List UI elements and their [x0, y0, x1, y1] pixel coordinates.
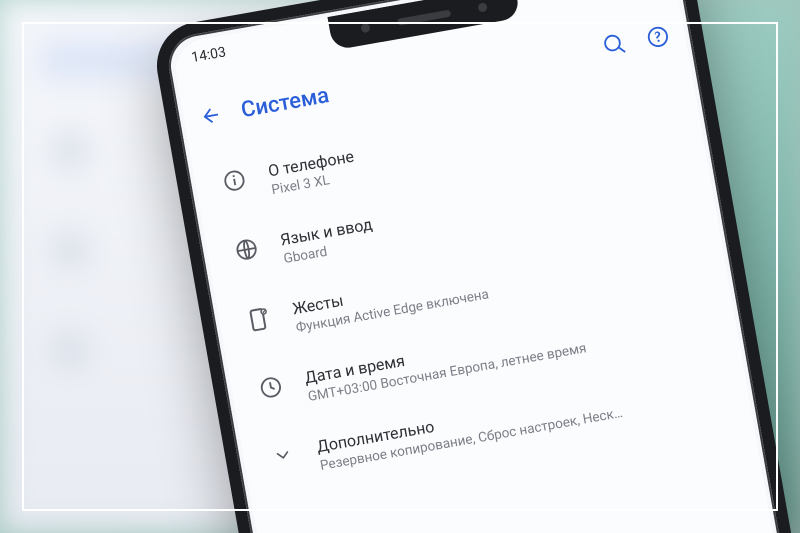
chevron-down-icon [271, 443, 294, 466]
help-icon [645, 24, 670, 49]
phone-gesture-icon [247, 306, 271, 333]
photo-stage: 14:03 + 71 % Система [0, 0, 800, 533]
info-icon [222, 168, 247, 193]
settings-list: О телефоне Pixel 3 XL Язык и ввод Gboard… [191, 71, 794, 533]
status-time: 14:03 [190, 44, 227, 66]
search-button[interactable] [600, 29, 630, 59]
back-button[interactable] [196, 101, 226, 131]
arrow-back-icon [198, 103, 223, 128]
clock-icon [258, 374, 283, 399]
pixel-3-xl-device: 14:03 + 71 % Система [150, 0, 800, 533]
globe-icon [234, 237, 259, 262]
phone-screen: 14:03 + 71 % Система [171, 0, 794, 533]
search-icon [602, 32, 627, 57]
help-button[interactable] [643, 22, 673, 52]
